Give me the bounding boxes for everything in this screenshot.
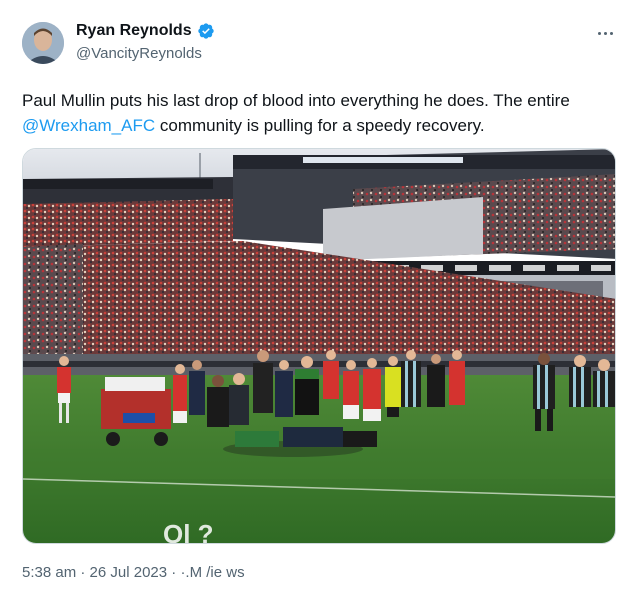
tweet-timestamp[interactable]: 5:38 am · 26 Jul 202 <box>22 564 159 581</box>
author-name-row: Ryan Reynolds <box>76 22 215 40</box>
author-display-name[interactable]: Ryan Reynolds <box>76 22 192 40</box>
more-options-icon[interactable] <box>594 26 616 40</box>
tweet-views: 3 · ·.M /ie ws <box>158 564 245 581</box>
tweet-text-part1: Paul Mullin puts his last drop of blood … <box>22 91 570 110</box>
tweet-card: Ryan Reynolds @VancityReynolds Paul Mull… <box>0 0 634 594</box>
tweet-text: Paul Mullin puts his last drop of blood … <box>22 88 622 138</box>
author-avatar[interactable] <box>22 22 64 64</box>
svg-text:Ol ?: Ol ? <box>163 519 214 544</box>
tweet-meta: 5:38 am · 26 Jul 2023 · ·.M /ie ws <box>22 564 245 581</box>
author-handle[interactable]: @VancityReynolds <box>76 45 202 62</box>
verified-badge-icon <box>197 23 214 39</box>
tweet-text-part2: community is pulling for a speedy recove… <box>155 116 485 135</box>
tweet-media-photo[interactable]: Ol ? <box>22 148 616 544</box>
mention-link[interactable]: @Wrexham_AFC <box>22 116 155 135</box>
stadium-photo: Ol ? <box>23 149 615 544</box>
